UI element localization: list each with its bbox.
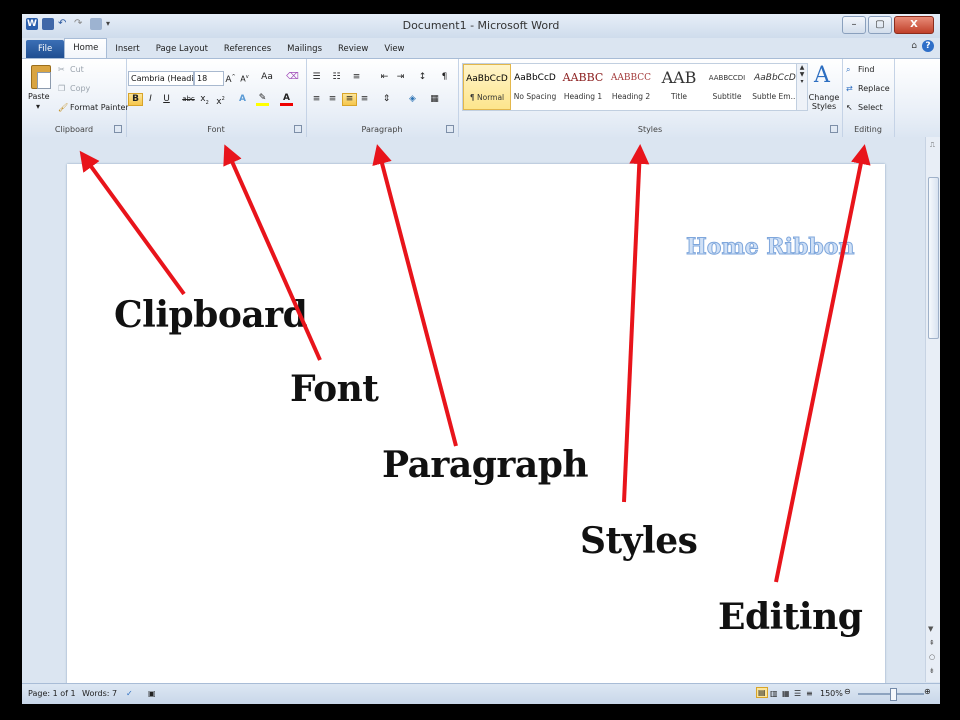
arrow-editing (774, 144, 871, 583)
arrow-paragraph (372, 144, 458, 447)
arrow-font (223, 144, 322, 361)
arrow-clipboard (79, 150, 186, 296)
annotation-arrows (79, 144, 871, 583)
arrow-styles (622, 144, 650, 503)
